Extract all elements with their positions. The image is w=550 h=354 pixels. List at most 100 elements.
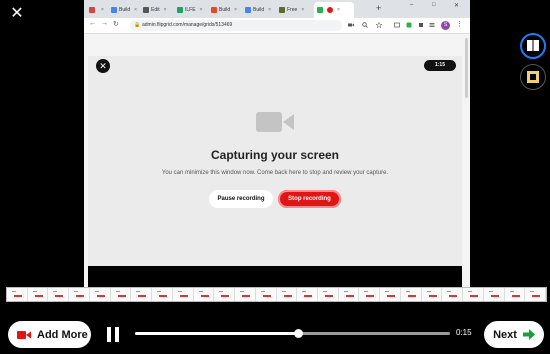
browser-tab[interactable]: × <box>314 2 354 18</box>
timeline-thumbnail[interactable] <box>359 288 381 301</box>
browser-tab[interactable]: Edit × <box>140 2 172 18</box>
doc-icon <box>111 7 117 13</box>
pause-icon[interactable] <box>106 327 120 342</box>
tab-close-icon[interactable]: × <box>234 7 237 13</box>
timeline-thumbnail[interactable] <box>463 288 484 301</box>
book-mode-button[interactable] <box>520 33 546 59</box>
tab-close-icon[interactable]: × <box>101 7 104 13</box>
video-camera-red-icon <box>17 330 31 339</box>
browser-tab-label: Build <box>253 7 265 13</box>
extension-icon[interactable] <box>406 22 412 28</box>
timeline-thumbnail[interactable] <box>214 288 236 301</box>
browser-menu-icon[interactable]: ⋮ <box>456 20 463 28</box>
recording-subtitle: You can minimize this window now. Come b… <box>161 170 389 176</box>
page-content-area: ✕ 1:15 Capturing your screen You can min… <box>84 34 470 287</box>
timeline-thumbnail[interactable] <box>193 288 215 301</box>
sheet-icon <box>177 7 183 13</box>
cast-icon[interactable] <box>394 22 400 28</box>
timeline-thumbnail[interactable] <box>110 288 132 301</box>
timeline-thumbnail[interactable] <box>131 288 153 301</box>
browser-tab[interactable]: ILFE × <box>174 2 206 18</box>
new-tab-button[interactable]: + <box>376 3 381 13</box>
timeline-thumbnail[interactable] <box>483 288 505 301</box>
window-close-icon[interactable]: ✕ <box>454 2 459 9</box>
timeline-thumbnail[interactable] <box>504 288 526 301</box>
search-icon[interactable] <box>362 22 368 28</box>
timeline-thumbnail[interactable] <box>48 288 70 301</box>
browser-tab-label: Build <box>119 7 131 13</box>
tab-close-icon[interactable]: × <box>164 7 167 13</box>
doc-icon <box>245 7 251 13</box>
recording-dot-icon <box>327 7 333 13</box>
preview-footer <box>88 266 462 287</box>
camera-toolbar-icon[interactable] <box>348 22 354 28</box>
browser-tab-label: Build <box>219 7 231 13</box>
app-icon <box>211 7 217 13</box>
recorder-stage: ✕ × Build × Edit × ILFE × Build × Build × Free × × + … <box>0 0 550 354</box>
arrow-right-icon <box>522 329 535 340</box>
browser-tab[interactable]: × <box>86 2 106 18</box>
browser-tab[interactable]: Build × <box>242 2 274 18</box>
timeline-thumbnail[interactable] <box>421 288 443 301</box>
timeline-thumbnail[interactable] <box>89 288 111 301</box>
tab-close-icon[interactable]: × <box>200 7 203 13</box>
book-icon <box>527 40 539 51</box>
close-icon[interactable]: ✕ <box>8 4 26 22</box>
timeline-thumbnail[interactable] <box>318 288 339 301</box>
maximize-icon[interactable]: □ <box>432 2 436 8</box>
playback-slider[interactable] <box>135 329 450 338</box>
bookmark-star-icon[interactable] <box>376 22 382 28</box>
tab-close-icon[interactable]: × <box>301 7 304 13</box>
timeline-thumbnail[interactable] <box>380 288 401 301</box>
next-button[interactable]: Next <box>484 321 544 348</box>
playback-progress <box>135 332 299 335</box>
recording-counter: 1:15 <box>424 60 456 71</box>
tab-close-icon[interactable]: × <box>134 7 137 13</box>
browser-tab[interactable]: Free × <box>276 2 312 18</box>
reload-icon[interactable]: ↻ <box>113 20 119 28</box>
url-field[interactable]: 🔒 admin.flipgrid.com/manage/grids/513469 <box>130 20 342 31</box>
recording-close-icon[interactable]: ✕ <box>96 59 110 73</box>
sticky-note-icon <box>527 71 539 83</box>
timeline-thumbnail[interactable] <box>276 288 298 301</box>
browser-tab-label: Edit <box>151 7 160 13</box>
sticky-note-button[interactable] <box>520 64 546 90</box>
back-icon[interactable]: ← <box>89 20 96 27</box>
globe-icon <box>143 7 149 13</box>
timeline-thumbnail[interactable] <box>172 288 194 301</box>
timeline-thumbnail[interactable] <box>400 288 422 301</box>
timeline-thumbnail[interactable] <box>255 288 277 301</box>
minimize-icon[interactable]: – <box>410 2 413 8</box>
add-more-button[interactable]: Add More <box>8 321 91 348</box>
playback-handle[interactable] <box>294 329 304 338</box>
recording-title: Capturing your screen <box>210 148 340 162</box>
screen-preview-browser: × Build × Edit × ILFE × Build × Build × Free × × + – … <box>84 0 470 287</box>
extensions-puzzle-icon[interactable] <box>418 22 424 28</box>
flipgrid-icon <box>317 7 323 13</box>
profile-avatar[interactable]: S <box>441 21 450 30</box>
timeline-thumbnail[interactable] <box>69 288 90 301</box>
tab-close-icon[interactable]: × <box>337 7 340 13</box>
reading-list-icon[interactable] <box>429 22 435 28</box>
tab-close-icon[interactable]: × <box>268 7 271 13</box>
timeline-thumbnail[interactable] <box>27 288 49 301</box>
stop-recording-button[interactable]: Stop recording <box>278 190 341 208</box>
timeline-thumbnail-strip[interactable] <box>6 287 547 302</box>
timeline-thumbnail[interactable] <box>7 288 28 301</box>
pause-recording-button[interactable]: Pause recording <box>209 190 273 208</box>
timeline-thumbnail[interactable] <box>152 288 173 301</box>
forward-icon[interactable]: → <box>101 20 108 27</box>
video-camera-icon <box>256 112 294 132</box>
timeline-thumbnail[interactable] <box>338 288 360 301</box>
scrollbar[interactable] <box>465 38 468 98</box>
timeline-thumbnail[interactable] <box>525 288 547 301</box>
timeline-thumbnail[interactable] <box>235 288 256 301</box>
add-more-label: Add More <box>37 328 88 341</box>
site-icon <box>279 7 285 13</box>
recording-panel: ✕ 1:15 Capturing your screen You can min… <box>88 56 462 266</box>
timeline-thumbnail[interactable] <box>442 288 464 301</box>
browser-tab[interactable]: Build × <box>208 2 240 18</box>
url-text: admin.flipgrid.com/manage/grids/513469 <box>142 22 233 28</box>
browser-tab[interactable]: Build × <box>108 2 138 18</box>
timeline-thumbnail[interactable] <box>297 288 319 301</box>
